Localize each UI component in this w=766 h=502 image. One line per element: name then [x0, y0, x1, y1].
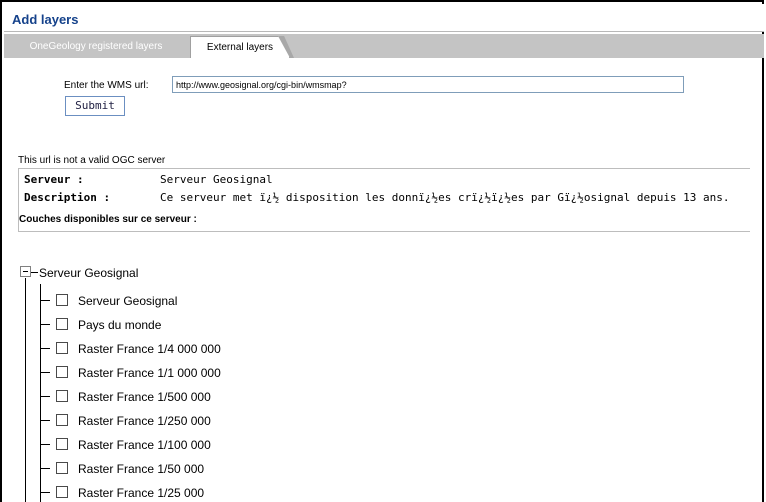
tree-connector [40, 420, 50, 421]
layer-label[interactable]: Raster France 1/4 000 000 [78, 342, 221, 356]
tree-connector [40, 284, 41, 502]
description-value: Ce serveur met ï¿½ disposition les donnï… [160, 191, 730, 204]
wms-url-label: Enter the WMS url: [64, 80, 149, 91]
layer-label[interactable]: Raster France 1/25 000 [78, 486, 204, 500]
layer-checkbox[interactable] [56, 486, 68, 498]
serveur-value: Serveur Geosignal [160, 173, 273, 186]
status-message: This url is not a valid OGC server [18, 155, 166, 166]
layer-label[interactable]: Raster France 1/50 000 [78, 462, 204, 476]
tree-connector [31, 272, 38, 273]
layer-checkbox[interactable] [56, 318, 68, 330]
tree-connector [40, 468, 50, 469]
layer-label[interactable]: Raster France 1/100 000 [78, 438, 211, 452]
tree-connector [40, 348, 50, 349]
description-key: Description : [24, 191, 111, 204]
window-title-bar: Add layers [4, 4, 764, 32]
add-layers-window: Add layers OneGeology registered layers … [0, 0, 764, 502]
tab-external-layers[interactable]: External layers [190, 36, 290, 58]
server-info-box: Serveur : Serveur Geosignal Description :… [18, 168, 750, 232]
tree-connector [40, 300, 50, 301]
tab-onegeology-registered-layers[interactable]: OneGeology registered layers [8, 36, 184, 58]
collapse-icon[interactable] [20, 266, 31, 277]
layer-checkbox[interactable] [56, 438, 68, 450]
submit-button[interactable]: Submit [65, 96, 125, 116]
tree-root-label[interactable]: Serveur Geosignal [39, 266, 138, 280]
window-title: Add layers [12, 12, 79, 27]
tree-connector [40, 492, 50, 493]
tree-connector [40, 396, 50, 397]
tree-connector [40, 444, 50, 445]
layer-checkbox[interactable] [56, 390, 68, 402]
layers-heading: Couches disponibles sur ce serveur : [19, 214, 197, 225]
layer-checkbox[interactable] [56, 294, 68, 306]
layer-label[interactable]: Raster France 1/1 000 000 [78, 366, 221, 380]
layer-tree: Serveur Geosignal Serveur Geosignal Pays… [18, 264, 318, 502]
tab-strip: OneGeology registered layers External la… [4, 34, 764, 58]
layer-label[interactable]: Raster France 1/250 000 [78, 414, 211, 428]
serveur-row: Serveur : Serveur Geosignal [24, 173, 273, 186]
layer-label[interactable]: Pays du monde [78, 318, 161, 332]
tree-connector [40, 372, 50, 373]
layer-checkbox[interactable] [56, 462, 68, 474]
tree-connector [40, 324, 50, 325]
layer-checkbox[interactable] [56, 366, 68, 378]
layer-checkbox[interactable] [56, 414, 68, 426]
description-row: Description : Ce serveur met ï¿½ disposit… [24, 191, 730, 204]
tree-connector [25, 278, 26, 502]
layer-label[interactable]: Serveur Geosignal [78, 294, 177, 308]
serveur-key: Serveur : [24, 173, 84, 186]
layer-checkbox[interactable] [56, 342, 68, 354]
layer-label[interactable]: Raster France 1/500 000 [78, 390, 211, 404]
wms-url-input[interactable] [172, 76, 684, 93]
